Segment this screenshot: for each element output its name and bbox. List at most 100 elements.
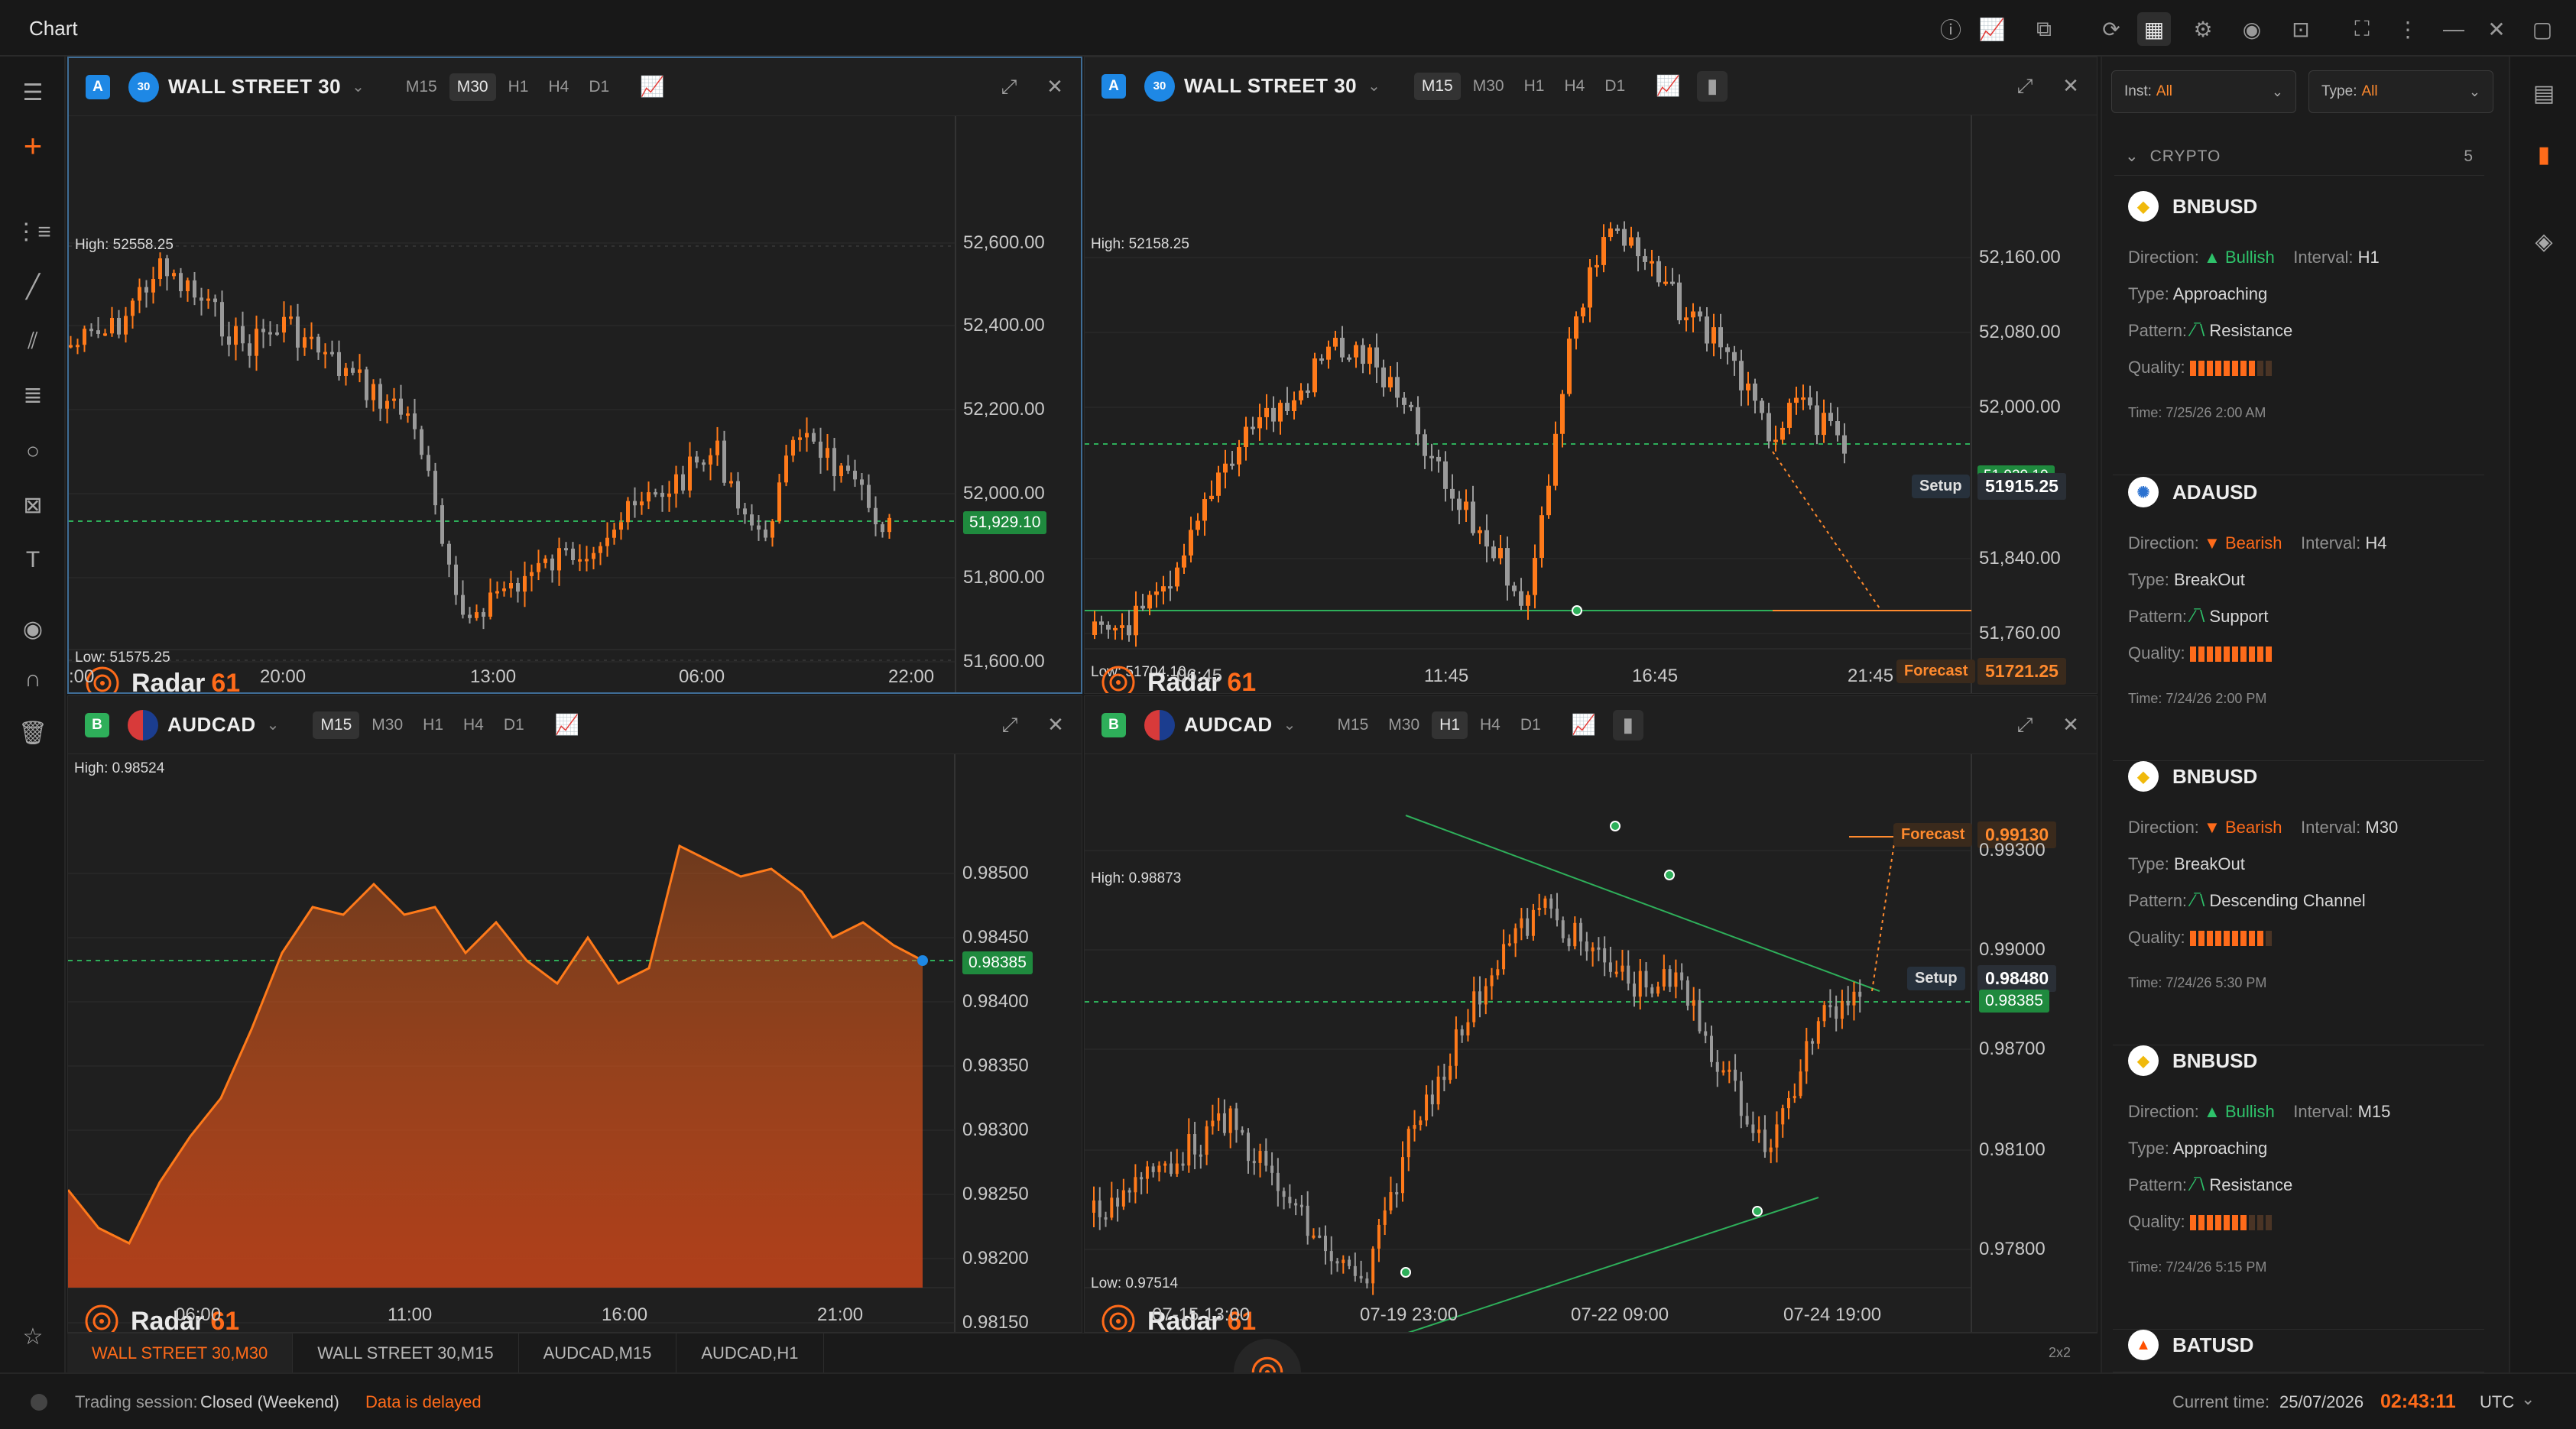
- fib-icon[interactable]: ⫽: [15, 324, 50, 359]
- camera-icon[interactable]: ◉: [2235, 12, 2269, 46]
- symbol-name[interactable]: AUDCAD: [167, 713, 256, 737]
- y-tick-label: 0.98250: [962, 1184, 1029, 1204]
- timeframe-m15[interactable]: M15: [398, 73, 445, 101]
- chevron-down-icon[interactable]: ⌄: [267, 715, 280, 734]
- chart-panel-bottom-right[interactable]: B AUDCAD ⌄ M15 M30 H1 H4 D1 📈 ▮ ⤢ ✕ High: 0.…: [1084, 695, 2097, 1333]
- expand-icon[interactable]: ⤢: [2010, 71, 2040, 102]
- radar-signals-icon[interactable]: ▮: [1697, 70, 1728, 102]
- timeframe-d1[interactable]: D1: [496, 711, 532, 739]
- timeframe-h4[interactable]: H4: [1556, 73, 1592, 100]
- group-header-crypto[interactable]: ⌄ CRYPTO 5: [2114, 138, 2484, 176]
- close-icon[interactable]: ✕: [2055, 71, 2086, 102]
- price-chart[interactable]: [69, 116, 1082, 694]
- eye-icon[interactable]: ◉: [15, 611, 50, 646]
- chart-style-icon[interactable]: 📈: [1569, 710, 1599, 740]
- expand-icon[interactable]: ⤢: [994, 710, 1025, 740]
- chevron-down-icon[interactable]: ⌄: [1367, 76, 1380, 96]
- timeframe-h4[interactable]: H4: [540, 73, 576, 101]
- menu-icon[interactable]: ☰: [15, 75, 50, 110]
- close-icon[interactable]: ✕: [2055, 710, 2086, 740]
- maximize-icon[interactable]: ▢: [2526, 12, 2559, 46]
- layout-icon[interactable]: ▦: [2137, 12, 2171, 46]
- candle-body: [1711, 327, 1716, 344]
- magnet-icon[interactable]: ∩: [15, 662, 50, 697]
- candle-body: [1621, 965, 1624, 972]
- timeframe-m30[interactable]: M30: [364, 711, 410, 739]
- card-direction-row: Direction: ▼ Bearish Interval: H4: [2128, 533, 2387, 552]
- instrument-filter[interactable]: Inst: All ⌄: [2111, 70, 2296, 113]
- cursor-tools-icon[interactable]: ⋮≡: [15, 214, 51, 249]
- close-window-icon[interactable]: ✕: [2480, 12, 2513, 46]
- circle-icon[interactable]: ○: [15, 434, 50, 469]
- indicators-icon[interactable]: ⧉: [2027, 12, 2061, 46]
- fullscreen-icon[interactable]: ⛶: [2345, 12, 2379, 46]
- signal-card[interactable]: ◆ BNBUSD Direction: ▲ Bullish Interval: H1…: [2113, 191, 2484, 475]
- timeframe-m30[interactable]: M30: [1465, 73, 1512, 100]
- timeframe-h1[interactable]: H1: [501, 73, 537, 101]
- chart-tab[interactable]: WALL STREET 30,M30: [67, 1333, 294, 1373]
- close-icon[interactable]: ✕: [1040, 710, 1071, 740]
- chart-type-icon[interactable]: 📈: [1975, 12, 2009, 46]
- symbol-name[interactable]: WALL STREET 30: [168, 75, 341, 99]
- chevron-down-icon[interactable]: ⌄: [1283, 715, 1296, 734]
- info-icon[interactable]: ⓘ: [1934, 12, 1968, 46]
- text-icon[interactable]: T: [15, 543, 50, 578]
- x-tick-label: 16:45: [1632, 666, 1679, 686]
- close-icon[interactable]: ✕: [1040, 72, 1070, 102]
- chart-panel-top-left[interactable]: A 30 WALL STREET 30 ⌄ M15 M30 H1 H4 D1 📈 ⤢ ✕…: [67, 57, 1082, 694]
- signal-card[interactable]: ◆ BNBUSD Direction: ▼ Bearish Interval: M3…: [2113, 761, 2484, 1045]
- timeframe-h1[interactable]: H1: [415, 711, 451, 739]
- more-icon[interactable]: ⋮: [2391, 12, 2425, 46]
- channel-icon[interactable]: ≣: [15, 378, 50, 413]
- timeframe-h1[interactable]: H1: [1432, 711, 1468, 739]
- timeframe-h4[interactable]: H4: [456, 711, 492, 739]
- add-icon[interactable]: +: [15, 128, 50, 164]
- chart-tab[interactable]: AUDCAD,M15: [519, 1333, 677, 1373]
- chart-tab[interactable]: WALL STREET 30,M15: [293, 1333, 519, 1373]
- radar-signals-icon[interactable]: ▮: [1612, 709, 1643, 740]
- signal-card[interactable]: ✺ ADAUSD Direction: ▼ Bearish Interval: H4…: [2113, 477, 2484, 761]
- chart-panel-top-right[interactable]: A 30 WALL STREET 30 ⌄ M15 M30 H1 H4 D1 📈 ▮ ⤢…: [1084, 57, 2097, 694]
- timeframe-m15[interactable]: M15: [1413, 72, 1461, 100]
- chart-panel-bottom-left[interactable]: B AUDCAD ⌄ M15 M30 H1 H4 D1 📈 ⤢ ✕ High: 0.98…: [67, 695, 1082, 1333]
- refresh-icon[interactable]: ⟳: [2094, 12, 2128, 46]
- symbol-name[interactable]: WALL STREET 30: [1184, 74, 1357, 98]
- timeframe-m15[interactable]: M15: [313, 711, 360, 739]
- price-chart[interactable]: [1085, 115, 2097, 694]
- chart-style-icon[interactable]: 📈: [1653, 71, 1683, 102]
- type-filter[interactable]: Type: All ⌄: [2308, 70, 2493, 113]
- signal-card[interactable]: ◆ BNBUSD Direction: ▲ Bullish Interval: M1…: [2113, 1045, 2484, 1330]
- layers-icon[interactable]: ◈: [2527, 225, 2561, 258]
- expand-icon[interactable]: ⤢: [2010, 710, 2040, 740]
- timeframe-m30[interactable]: M30: [1380, 711, 1427, 739]
- timeframe-h4[interactable]: H4: [1472, 711, 1508, 739]
- minimize-icon[interactable]: —: [2437, 12, 2471, 46]
- candle-body: [1531, 909, 1535, 936]
- timeframe-d1[interactable]: D1: [1597, 73, 1633, 100]
- trendline-icon[interactable]: ╱: [15, 269, 50, 304]
- capture-icon[interactable]: ⊡: [2284, 12, 2318, 46]
- timeframe-d1[interactable]: D1: [581, 73, 617, 101]
- timeframe-d1[interactable]: D1: [1513, 711, 1549, 739]
- trash-icon[interactable]: 🗑: [15, 715, 50, 750]
- chart-style-icon[interactable]: 📈: [552, 710, 582, 740]
- star-icon[interactable]: ☆: [15, 1319, 50, 1354]
- timeframe-h1[interactable]: H1: [1517, 73, 1552, 100]
- card-pattern-row: Pattern: ⁄‾\ Resistance: [2128, 321, 2293, 340]
- symbol-name[interactable]: AUDCAD: [1184, 713, 1273, 737]
- chevron-down-icon[interactable]: ⌄: [2521, 1389, 2535, 1409]
- bnb-coin-icon: ◆: [2128, 761, 2159, 792]
- list-icon[interactable]: ▤: [2527, 76, 2561, 110]
- pattern-icon[interactable]: ⊠: [15, 488, 50, 523]
- chart-tab[interactable]: AUDCAD,H1: [676, 1333, 824, 1373]
- signals-icon[interactable]: ▮: [2527, 138, 2561, 171]
- chart-style-icon[interactable]: 📈: [637, 72, 667, 102]
- settings-icon[interactable]: ⚙: [2186, 12, 2220, 46]
- expand-icon[interactable]: ⤢: [994, 72, 1024, 102]
- timeframe-m30[interactable]: M30: [449, 73, 496, 101]
- price-chart[interactable]: [68, 754, 1082, 1333]
- signal-card[interactable]: ▲BATUSDDirection: ▲ Bullish Interval: H1: [2113, 1330, 2484, 1405]
- timeframe-m15[interactable]: M15: [1329, 711, 1376, 739]
- timezone-select[interactable]: UTC: [2480, 1392, 2514, 1412]
- chevron-down-icon[interactable]: ⌄: [352, 77, 365, 96]
